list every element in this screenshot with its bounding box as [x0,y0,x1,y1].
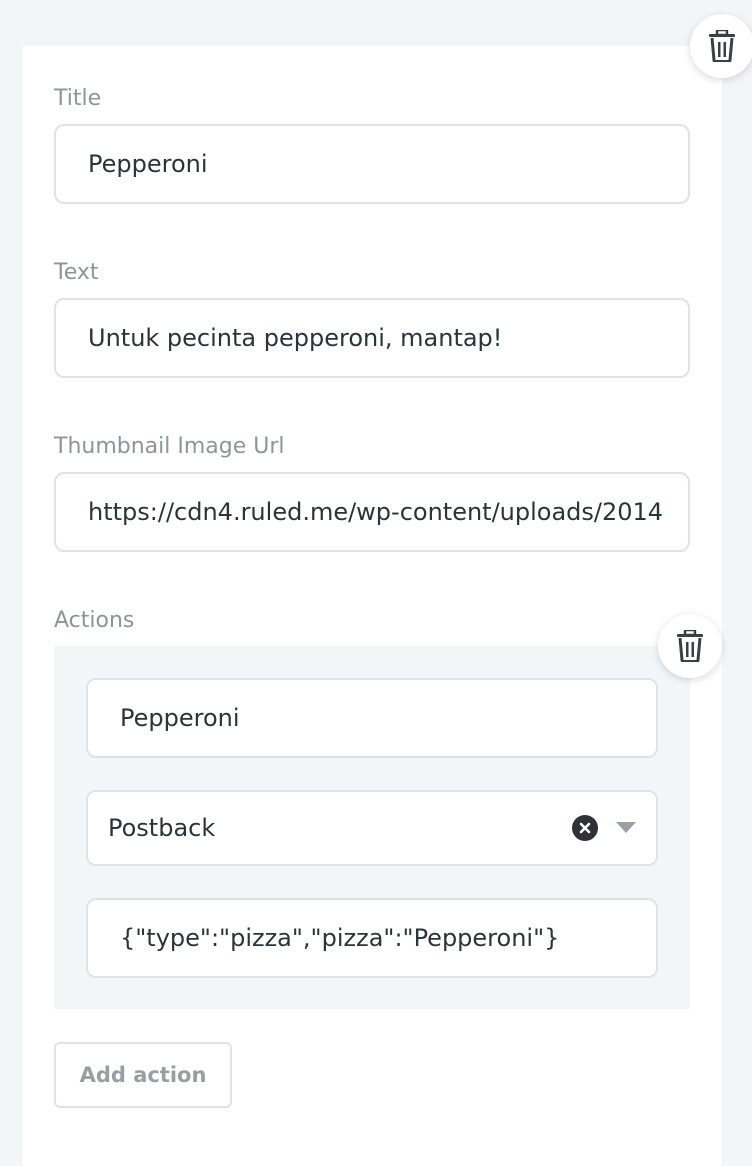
action-label-value: Pepperoni [120,704,240,732]
delete-card-button[interactable] [690,14,752,78]
action-payload-value: {"type":"pizza","pizza":"Pepperoni"} [120,924,560,952]
thumbnail-label: Thumbnail Image Url [54,434,285,459]
trash-icon [677,630,703,662]
text-input[interactable]: Untuk pecinta pepperoni, mantap! [54,298,690,378]
text-input-value: Untuk pecinta pepperoni, mantap! [88,324,503,352]
clear-icon[interactable] [572,815,598,841]
add-action-button[interactable]: Add action [54,1042,232,1108]
text-label: Text [54,260,99,285]
action-label-input[interactable]: Pepperoni [86,678,658,758]
action-type-value: Postback [108,814,216,842]
title-label: Title [54,86,102,111]
title-input-value: Pepperoni [88,150,208,178]
actions-label: Actions [54,608,135,633]
delete-action-button[interactable] [658,614,722,678]
chevron-down-icon[interactable] [616,822,636,833]
action-payload-input[interactable]: {"type":"pizza","pizza":"Pepperoni"} [86,898,658,978]
thumbnail-url-value: https://cdn4.ruled.me/wp-content/uploads… [88,498,664,526]
thumbnail-url-input[interactable]: https://cdn4.ruled.me/wp-content/uploads… [54,472,690,552]
action-type-select[interactable]: Postback [86,790,658,866]
title-input[interactable]: Pepperoni [54,124,690,204]
trash-icon [709,30,735,62]
